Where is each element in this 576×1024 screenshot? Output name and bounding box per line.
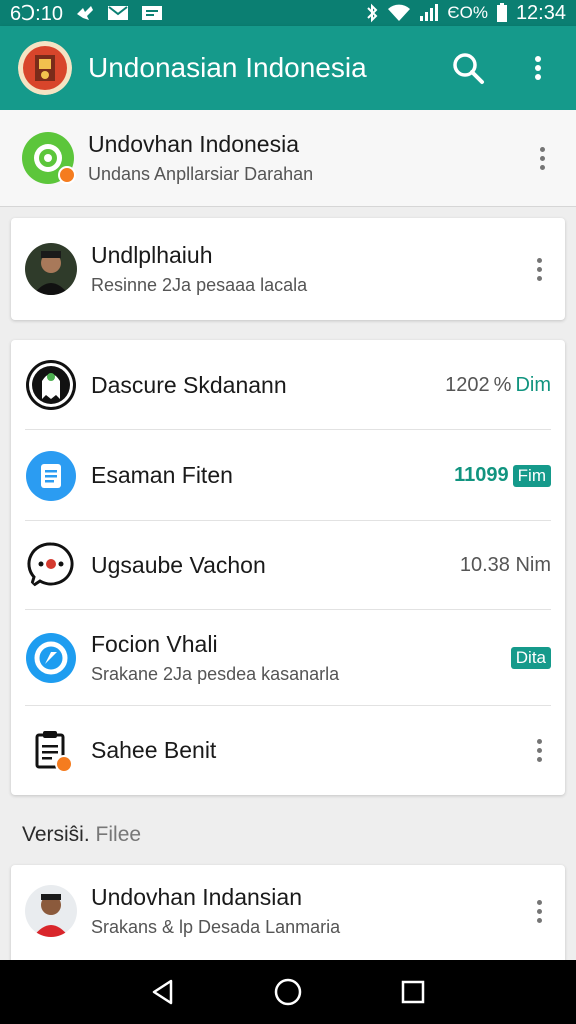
- orange-badge-icon: [55, 754, 73, 773]
- avatar-person: [25, 885, 77, 937]
- status-bar: 6Ↄ:10 ЄО% 12:34: [0, 0, 576, 26]
- list-item[interactable]: Esaman Fiten 11099 Fim: [11, 430, 565, 521]
- more-vert-icon[interactable]: [527, 739, 551, 762]
- compass-icon: [25, 632, 77, 684]
- battery-icon: [496, 3, 508, 23]
- item-subtitle: Resinne 2Ja pesaaa lacala: [91, 275, 308, 295]
- wifi-icon: [387, 4, 411, 22]
- more-vert-icon[interactable]: [518, 48, 558, 88]
- document-icon: [25, 450, 77, 502]
- item-title: Undovhan Indonesia: [88, 131, 299, 157]
- item-title: Sahee Benit: [91, 737, 217, 763]
- more-vert-icon[interactable]: [527, 899, 551, 923]
- status-clock: 12:34: [515, 1, 566, 24]
- notification-bird-icon: [75, 4, 95, 22]
- message-icon: [141, 5, 163, 21]
- list-item[interactable]: Focion Vhali Srakane 2Ja pesdea kasanarl…: [11, 610, 565, 706]
- list-item[interactable]: Dascure Skdanann 1202% Dim: [11, 340, 565, 430]
- status-badge: Dita: [510, 647, 551, 669]
- app-logo: [18, 41, 72, 95]
- section-header: Versiŝi. Filee: [22, 823, 142, 846]
- item-title: Ugsaube Vachon: [91, 552, 266, 578]
- mail-icon: [107, 5, 129, 21]
- ghost-icon: [25, 359, 77, 411]
- clipboard-icon: [25, 725, 77, 777]
- item-subtitle: Undans Anpllarsiar Darahan: [88, 164, 314, 184]
- list-item-bottom[interactable]: Undovhan Indansian Srakans & lp Desada L…: [11, 865, 565, 957]
- chat-bubble-icon: [25, 540, 77, 592]
- avatar-person: [25, 243, 77, 295]
- status-badge: Fim: [512, 464, 551, 487]
- item-title: Undlplhaiuh: [91, 242, 213, 268]
- item-meta: 1202% Dim: [445, 373, 551, 396]
- search-icon[interactable]: [448, 48, 488, 88]
- item-title: Focion Vhali: [91, 631, 218, 657]
- item-meta: 10.38 Nim: [459, 554, 551, 576]
- card-single: Undlplhaiuh Resinne 2Ja pesaaa lacala: [11, 218, 565, 320]
- list-item[interactable]: Sahee Benit: [11, 706, 565, 795]
- more-vert-icon[interactable]: [527, 257, 551, 281]
- bluetooth-icon: [365, 3, 379, 23]
- navigation-bar: [0, 960, 576, 1024]
- item-meta: 11099: [454, 464, 509, 486]
- orange-badge-icon: [58, 166, 76, 184]
- card-bottom: Undovhan Indansian Srakans & lp Desada L…: [11, 865, 565, 960]
- card-list: Dascure Skdanann 1202% Dim Esaman Fiten: [11, 340, 565, 795]
- list-item-card1[interactable]: Undlplhaiuh Resinne 2Ja pesaaa lacala: [11, 218, 565, 320]
- more-vert-icon[interactable]: [530, 146, 554, 170]
- list-item-top[interactable]: Undovhan Indonesia Undans Anpllarsiar Da…: [0, 110, 576, 207]
- avatar-chat-icon: [22, 132, 76, 184]
- back-icon[interactable]: [143, 972, 183, 1012]
- item-title: Dascure Skdanann: [91, 371, 287, 398]
- status-time: 6Ↄ:10: [10, 2, 63, 25]
- content-area: Undovhan Indonesia Undans Anpllarsiar Da…: [0, 110, 576, 960]
- item-subtitle: Srakane 2Ja pesdea kasanarla: [91, 664, 340, 684]
- item-title: Undovhan Indansian: [91, 884, 302, 910]
- app-bar: Undonasian Indonesia: [0, 26, 576, 110]
- app-title: Undonasian Indonesia: [88, 52, 367, 83]
- list-item[interactable]: Ugsaube Vachon 10.38 Nim: [11, 521, 565, 610]
- signal-icon: [419, 4, 439, 22]
- item-title: Esaman Fiten: [91, 462, 233, 488]
- home-icon[interactable]: [268, 972, 308, 1012]
- battery-percent: ЄО%: [447, 3, 488, 22]
- item-subtitle: Srakans & lp Desada Lanmaria: [91, 917, 341, 937]
- recents-icon[interactable]: [393, 972, 433, 1012]
